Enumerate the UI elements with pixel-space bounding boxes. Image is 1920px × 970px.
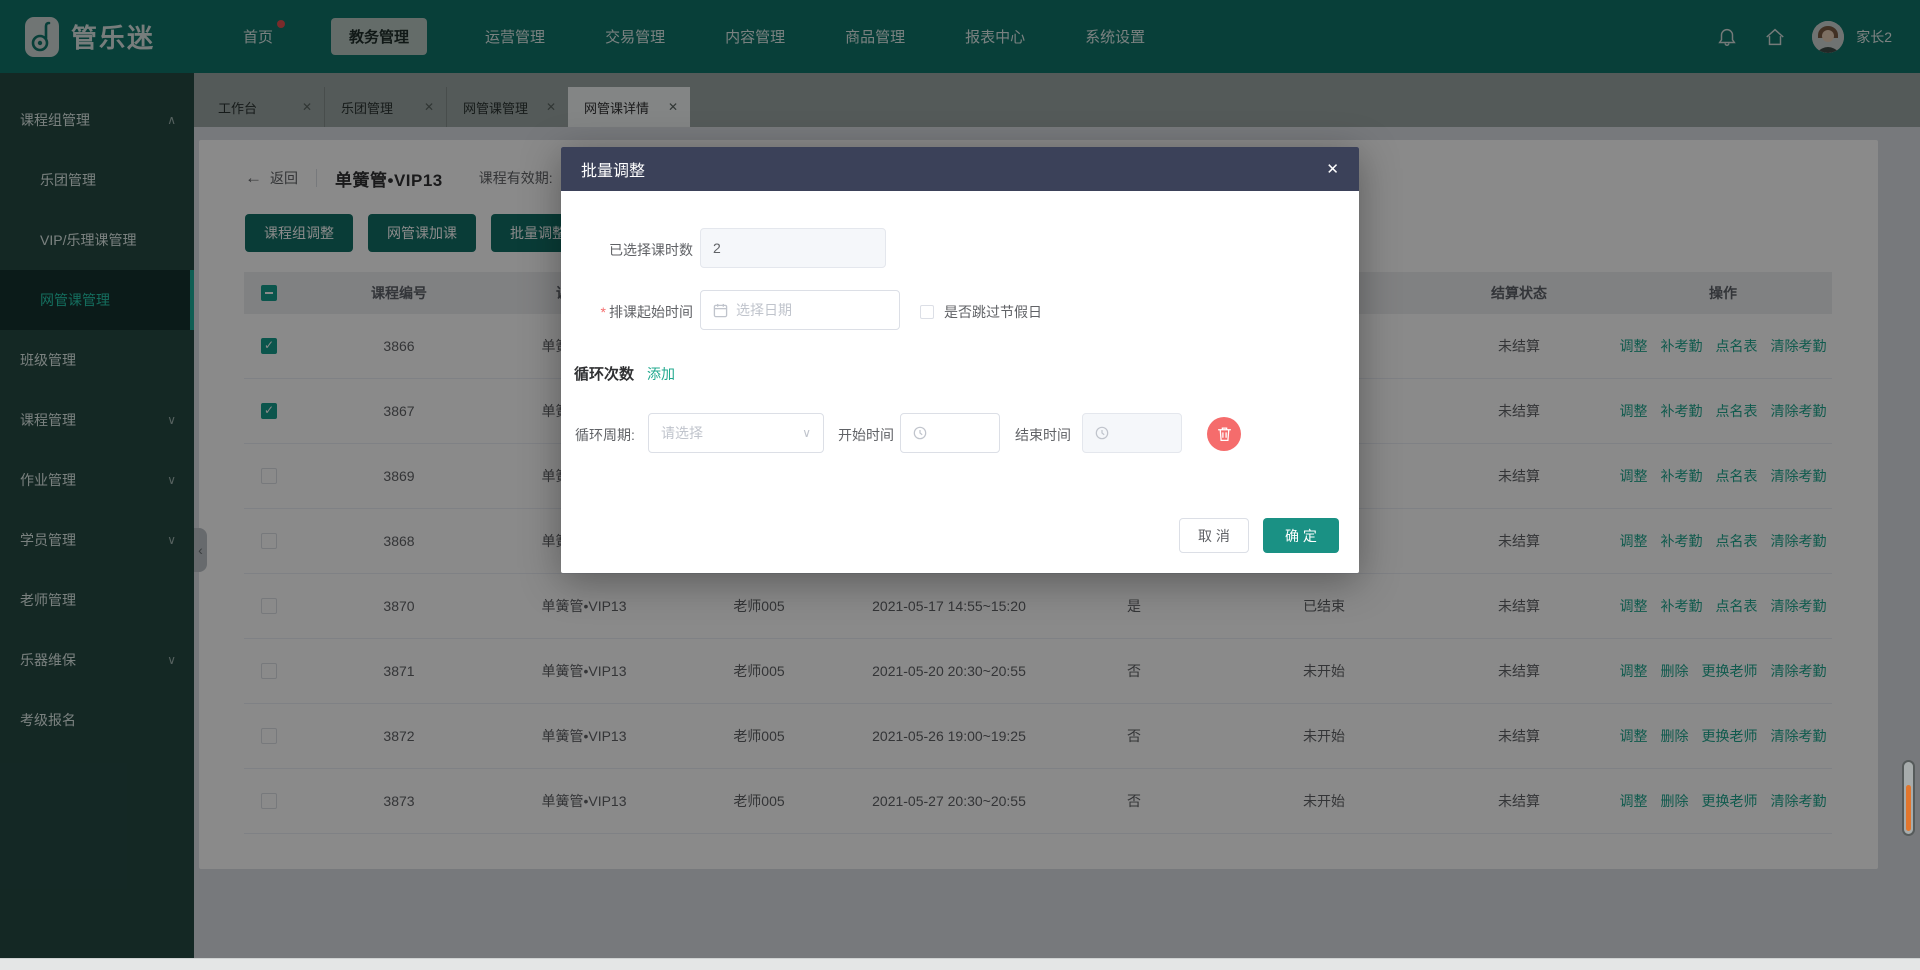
- start-time-label: 开始时间: [838, 425, 898, 445]
- end-time-label: 结束时间: [1015, 425, 1075, 445]
- modal-title: 批量调整: [581, 157, 645, 181]
- selected-hours-input: 2: [700, 228, 886, 268]
- batch-adjust-modal: 批量调整 ✕ 已选择课时数 2 *排课起始时间 选择日期 是否跳过节假日 循环次…: [561, 147, 1359, 573]
- start-date-label: *排课起始时间: [575, 302, 693, 322]
- clock-icon: [1095, 426, 1109, 440]
- selected-hours-label: 已选择课时数: [595, 240, 693, 260]
- modal-header: 批量调整 ✕: [561, 147, 1359, 191]
- cancel-button[interactable]: 取 消: [1179, 518, 1249, 553]
- calendar-icon: [713, 303, 728, 318]
- select-placeholder: 请选择: [661, 423, 703, 443]
- add-cycle-link[interactable]: 添加: [647, 364, 675, 384]
- scrollbar-thumb[interactable]: [1906, 785, 1911, 831]
- vertical-scrollbar[interactable]: [1902, 760, 1915, 836]
- delete-cycle-button[interactable]: [1207, 417, 1241, 451]
- horizontal-scrollbar[interactable]: [0, 958, 1920, 970]
- clock-icon: [913, 426, 927, 440]
- cycle-period-select[interactable]: 请选择 ∨: [648, 413, 824, 453]
- cycle-period-label: 循环周期:: [575, 425, 645, 445]
- skip-holiday-label: 是否跳过节假日: [944, 302, 1042, 322]
- skip-holiday-option: 是否跳过节假日: [920, 302, 1042, 322]
- date-placeholder: 选择日期: [736, 300, 792, 320]
- required-mark: *: [601, 304, 606, 320]
- confirm-button[interactable]: 确 定: [1263, 518, 1339, 553]
- close-icon[interactable]: ✕: [1326, 160, 1339, 178]
- chevron-down-icon: ∨: [802, 426, 811, 440]
- trash-icon: [1217, 426, 1232, 442]
- start-time-input[interactable]: [900, 413, 1000, 453]
- cycle-section-label: 循环次数: [574, 363, 634, 384]
- end-time-input: [1082, 413, 1182, 453]
- date-input[interactable]: 选择日期: [700, 290, 900, 330]
- skip-holiday-checkbox[interactable]: [920, 305, 934, 319]
